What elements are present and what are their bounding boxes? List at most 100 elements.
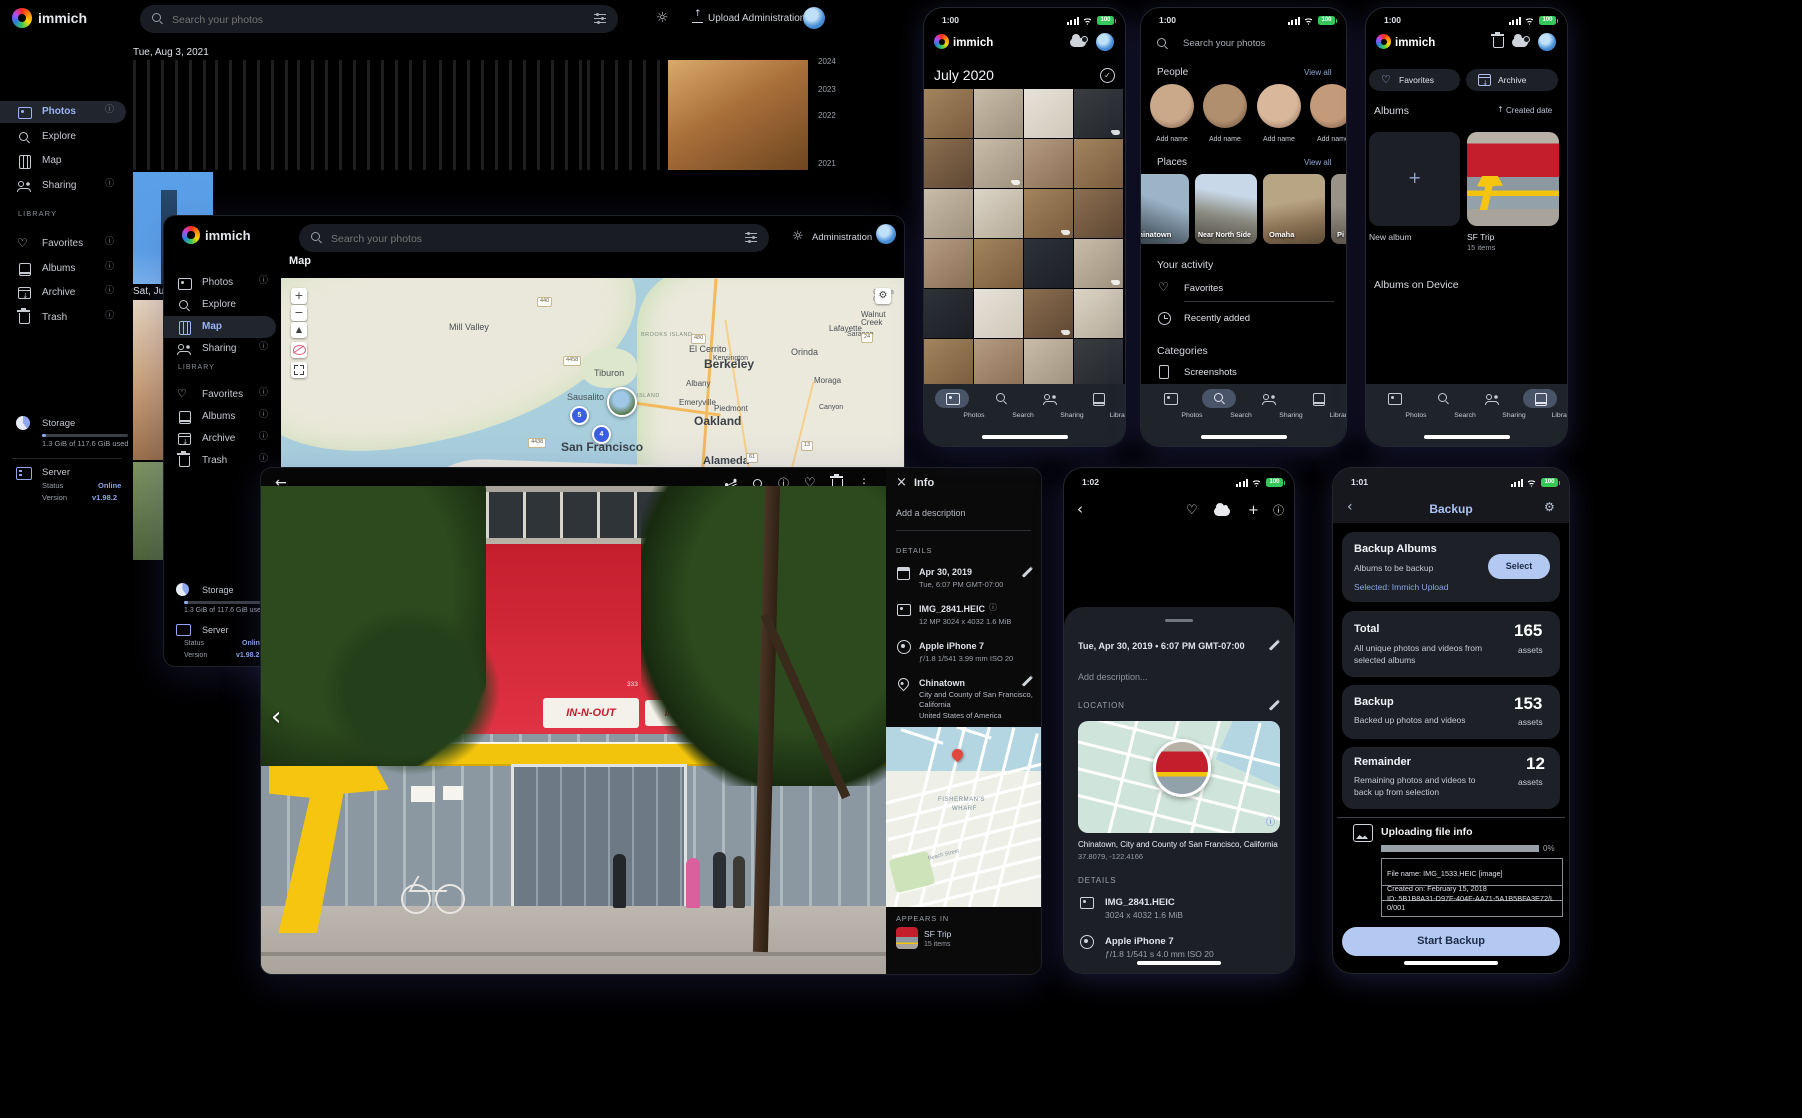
place-card[interactable]: Near North Side — [1195, 174, 1257, 244]
map-compass-button[interactable]: ▲ — [291, 322, 307, 338]
photo-thumbnail[interactable] — [924, 189, 973, 238]
album-name[interactable]: SF Trip — [924, 930, 951, 939]
filter-sliders-icon[interactable] — [594, 14, 606, 24]
photo-thumbnail[interactable] — [1024, 139, 1073, 188]
administration-link[interactable]: Administration — [742, 14, 805, 25]
sidebar-item-albums[interactable]: Albums ⓘ — [164, 406, 276, 428]
place-card[interactable]: Omaha — [1263, 174, 1325, 244]
sidebar-item-trash[interactable]: Trash ⓘ — [164, 450, 276, 472]
photo-thumbnail[interactable] — [974, 339, 1023, 384]
map-zoom-out-button[interactable]: − — [291, 305, 307, 321]
photo-thumbnail[interactable] — [924, 239, 973, 288]
photo-thumbnail[interactable] — [1024, 89, 1073, 138]
add-name-link[interactable]: Add name — [1317, 136, 1347, 143]
add-description-field[interactable]: Add a description — [896, 509, 966, 518]
theme-toggle-icon[interactable]: ☼ — [792, 230, 804, 243]
select-all-check-icon[interactable]: ✓ — [1100, 68, 1115, 83]
avatar[interactable] — [876, 224, 896, 244]
search-input[interactable] — [170, 5, 509, 35]
search-bar[interactable] — [140, 5, 618, 33]
sidebar-item-trash[interactable]: Trash ⓘ — [0, 307, 126, 329]
sidebar-item-photos[interactable]: Photos ⓘ — [164, 272, 276, 294]
photo-thumbnail[interactable] — [974, 189, 1023, 238]
view-all-link[interactable]: View all — [1304, 69, 1331, 77]
photo-thumbnail[interactable] — [974, 239, 1023, 288]
add-name-link[interactable]: Add name — [1263, 136, 1295, 143]
screenshots-row[interactable]: Screenshots — [1184, 368, 1237, 378]
photo-thumbnail[interactable] — [1074, 289, 1123, 338]
location-mini-map[interactable]: FISHERMAN'S WHARF Beach Street — [886, 727, 1041, 907]
back-chevron-icon[interactable]: ‹ — [1077, 502, 1083, 517]
location-mini-map[interactable]: ⓘ — [1078, 721, 1280, 833]
photo-thumbnail[interactable] — [974, 89, 1023, 138]
map-fullscreen-button[interactable] — [291, 362, 307, 378]
search-bar[interactable] — [299, 224, 769, 252]
photo-thumbnail[interactable] — [1024, 289, 1073, 338]
filter-sliders-icon[interactable] — [745, 233, 757, 243]
photo-viewer-image[interactable] — [1064, 524, 1294, 607]
close-icon[interactable]: × — [896, 476, 907, 489]
map-cluster-marker[interactable]: 4 — [592, 425, 611, 444]
sidebar-item-sharing[interactable]: Sharing ⓘ — [164, 338, 276, 360]
archive-pill-button[interactable]: Archive — [1466, 69, 1558, 91]
photo-thumbnail[interactable] — [924, 289, 973, 338]
album-thumbnail[interactable] — [896, 927, 918, 949]
backup-cloud-icon[interactable] — [1512, 38, 1528, 47]
upload-icon[interactable]: ↑ — [692, 10, 703, 23]
favorite-heart-icon[interactable]: ♡ — [1186, 504, 1198, 517]
favorites-pill-button[interactable]: ♡ Favorites — [1369, 69, 1460, 91]
trash-icon[interactable] — [1493, 37, 1504, 48]
photo-thumbnail[interactable] — [1074, 189, 1123, 238]
search-input[interactable] — [329, 224, 662, 254]
sidebar-item-map[interactable]: Map — [164, 316, 276, 338]
add-name-link[interactable]: Add name — [1209, 136, 1241, 143]
avatar[interactable] — [1096, 33, 1114, 51]
sidebar-item-archive[interactable]: Archive ⓘ — [0, 282, 126, 304]
coordinates[interactable]: 37.8079, -122.4166 — [1078, 853, 1143, 861]
avatar[interactable] — [803, 7, 825, 29]
photo-thumbnail[interactable] — [1024, 239, 1073, 288]
sidebar-item-photos[interactable]: Photos ⓘ — [0, 101, 126, 123]
administration-link[interactable]: Administration — [812, 233, 872, 243]
photo-thumbnail[interactable] — [215, 60, 295, 170]
edit-location-pencil-icon[interactable] — [1022, 676, 1032, 686]
place-card[interactable]: Pi — [1331, 174, 1347, 244]
sidebar-item-albums[interactable]: Albums ⓘ — [0, 258, 126, 280]
upload-button[interactable]: Upload — [708, 14, 740, 25]
settings-gear-icon[interactable]: ⚙ — [1544, 501, 1555, 513]
backup-cloud-icon[interactable] — [1070, 38, 1086, 47]
favorites-row[interactable]: Favorites — [1184, 284, 1223, 294]
photo-thumbnail[interactable] — [1074, 239, 1123, 288]
photo-thumbnail[interactable] — [924, 339, 973, 384]
photo-thumbnail[interactable] — [587, 60, 666, 170]
photo-thumbnail[interactable] — [133, 60, 213, 170]
add-description-field[interactable]: Add description... — [1078, 673, 1148, 682]
sheet-drag-handle[interactable] — [1165, 619, 1193, 622]
photo-viewer-image[interactable]: 333 IN-N-OUT IN-N-OUT — [261, 486, 886, 974]
search-input[interactable]: Search your photos — [1183, 39, 1265, 49]
map-settings-gear-button[interactable]: ⚙ — [875, 288, 891, 304]
sidebar-item-map[interactable]: Map — [0, 150, 126, 172]
upload-cloud-icon[interactable] — [1214, 507, 1230, 516]
photo-thumbnail[interactable] — [1024, 339, 1073, 384]
sidebar-item-archive[interactable]: Archive ⓘ — [164, 428, 276, 450]
photo-thumbnail[interactable] — [1024, 189, 1073, 238]
photo-thumbnail[interactable] — [924, 89, 973, 138]
edit-location-pencil-icon[interactable] — [1269, 700, 1279, 710]
view-all-link[interactable]: View all — [1304, 159, 1331, 167]
theme-toggle-icon[interactable]: ☼ — [656, 11, 669, 25]
photo-thumbnail[interactable] — [924, 139, 973, 188]
sidebar-item-explore[interactable]: Explore — [0, 126, 126, 148]
person-face[interactable] — [1310, 84, 1347, 128]
edit-date-pencil-icon[interactable] — [1022, 567, 1032, 577]
previous-photo-chevron[interactable]: ‹ — [271, 704, 281, 730]
photo-thumbnail[interactable] — [974, 289, 1023, 338]
map-photo-marker[interactable] — [607, 387, 637, 417]
info-icon[interactable]: ⓘ — [1273, 505, 1284, 516]
sidebar-item-sharing[interactable]: Sharing ⓘ — [0, 175, 126, 197]
photo-thumbnail[interactable] — [1074, 139, 1123, 188]
person-face[interactable] — [1257, 84, 1301, 128]
sidebar-item-favorites[interactable]: ♡ Favorites ⓘ — [0, 233, 126, 255]
photo-thumbnail[interactable] — [668, 60, 808, 170]
edit-date-pencil-icon[interactable] — [1269, 640, 1279, 650]
